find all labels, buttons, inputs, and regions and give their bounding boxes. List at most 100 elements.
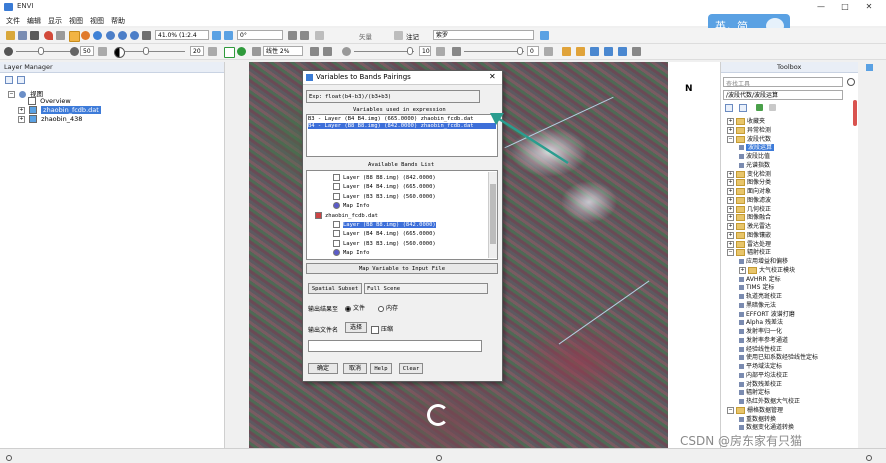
stretch-field[interactable]: 线性 2% xyxy=(263,46,303,56)
compress-option[interactable]: 压缩 xyxy=(371,324,393,334)
dialog-close-button[interactable]: ✕ xyxy=(489,72,496,81)
pin-panel-icon[interactable] xyxy=(866,64,873,71)
bands-scrollbar[interactable] xyxy=(488,172,497,258)
toolbox-folder[interactable]: + 面向对象 xyxy=(727,186,771,195)
status-handle-icon[interactable] xyxy=(866,455,872,461)
status-handle-icon[interactable] xyxy=(6,455,12,461)
layer-checkbox[interactable] xyxy=(29,115,38,123)
expression-field[interactable]: Exp: float(b4-b3)/(b3+b3) xyxy=(306,90,480,103)
add-favorite-icon[interactable] xyxy=(756,104,763,111)
minimize-button[interactable]: — xyxy=(812,1,830,13)
toolbox-tool[interactable]: 黑暗像元法 xyxy=(739,300,776,309)
toolbox-tool[interactable]: 使用已知系数经验线性定标 xyxy=(739,352,818,361)
expand-toggle-icon[interactable]: − xyxy=(727,249,734,257)
toolbox-tool[interactable]: EFFORT 波谱打磨 xyxy=(739,309,795,318)
open-icon[interactable] xyxy=(6,31,15,40)
menu-help[interactable]: 帮助 xyxy=(111,16,125,26)
expand-all-icon[interactable] xyxy=(739,104,747,112)
layer-item-overview[interactable]: Overview xyxy=(28,97,71,105)
toolbox-folder[interactable]: + 图像滤波 xyxy=(727,195,771,204)
toolbox-folder[interactable]: − 波段代数 xyxy=(727,134,771,143)
brightness-field[interactable]: 50 xyxy=(80,46,94,56)
band-file-item[interactable]: zhaobin_fcdb.dat xyxy=(315,211,378,219)
zoom-extent-icon[interactable] xyxy=(142,31,151,40)
variable-item[interactable]: B3 - Layer (B4 B4.img) (665.0000) zhaobi… xyxy=(308,116,474,122)
pin-icon[interactable] xyxy=(44,31,53,40)
sharpen-field[interactable]: 10 xyxy=(419,46,431,56)
toolbox-tool[interactable]: 发射率归一化 xyxy=(739,326,782,335)
fly-icon[interactable] xyxy=(93,31,102,40)
expand-toggle-icon[interactable]: + xyxy=(18,106,25,114)
toolbox-folder[interactable]: + 变化检测 xyxy=(727,169,771,178)
band-item[interactable]: Layer (B3 B3.img) (560.0000) xyxy=(333,192,436,200)
toolbox-tool[interactable]: TIMS 定标 xyxy=(739,282,774,291)
toolbox-tool[interactable]: 轨道亮斑校正 xyxy=(739,291,782,300)
rotate-right-icon[interactable] xyxy=(224,31,233,40)
toolbox-folder[interactable]: + 几何校正 xyxy=(727,204,771,213)
option-file[interactable]: 文件 xyxy=(345,303,365,312)
menu-display[interactable]: 显示 xyxy=(48,16,62,26)
zoom-out-icon[interactable] xyxy=(118,31,127,40)
stretch-icon[interactable] xyxy=(224,47,235,58)
layer-icon[interactable] xyxy=(540,31,549,40)
close-button[interactable]: ✕ xyxy=(860,1,878,13)
expand-toggle-icon[interactable]: + xyxy=(18,115,25,123)
annotation-icon[interactable] xyxy=(394,31,403,40)
layer-item-438[interactable]: + zhaobin_438 xyxy=(18,115,82,123)
toolbox-scrollbar[interactable] xyxy=(853,100,857,126)
spatial-subset-button[interactable]: Spatial Subset xyxy=(308,283,362,294)
swipe-icon[interactable] xyxy=(618,47,627,56)
variable-item-selected[interactable]: B4 - Layer (B8 B8.img) (842.0000) zhaobi… xyxy=(308,123,496,129)
snap-icon[interactable] xyxy=(300,31,309,40)
toolbox-folder[interactable]: + 图像融合 xyxy=(727,212,771,222)
toolbox-tool[interactable]: 对数残差校正 xyxy=(739,379,782,388)
toolbox-tool[interactable]: 光谱指数 xyxy=(739,160,770,169)
refresh-icon[interactable] xyxy=(310,47,319,56)
toolbox-tool[interactable]: 发射率参考通道 xyxy=(739,335,788,344)
radio-memory-icon[interactable] xyxy=(378,305,384,312)
bands-list[interactable]: Layer (B8 B8.img) (842.0000) Layer (B4 B4… xyxy=(306,170,498,260)
radio-file-icon[interactable] xyxy=(345,305,351,312)
toolbox-folder[interactable]: − 辐射校正 xyxy=(727,247,771,257)
layer-checkbox[interactable] xyxy=(29,106,38,114)
toolbox-tool[interactable]: AVHRR 定标 xyxy=(739,274,781,283)
flicker-icon[interactable] xyxy=(632,47,641,56)
histogram-icon[interactable] xyxy=(252,47,261,56)
zoom-in-icon[interactable] xyxy=(106,31,115,40)
toolbox-tool[interactable]: 数据变化通道转换 xyxy=(739,422,794,431)
sharpen-knob[interactable] xyxy=(407,47,413,55)
select-icon[interactable] xyxy=(69,31,80,42)
toolbox-tool[interactable]: 辐射定标 xyxy=(739,387,770,396)
toolbox-tool[interactable]: 重数据转换 xyxy=(739,414,776,423)
toolbox-folder[interactable]: − 栅格数据管理 xyxy=(727,405,783,414)
toolbox-tool[interactable]: 波段比值 xyxy=(739,151,770,160)
pan-icon[interactable] xyxy=(81,31,90,40)
band-item[interactable]: Layer (B4 B4.img) (665.0000) xyxy=(333,183,436,191)
refresh-icon[interactable] xyxy=(847,78,855,86)
map-variable-button[interactable]: Map Variable to Input File xyxy=(306,263,498,274)
toolbox-tool[interactable]: 内部平均法校正 xyxy=(739,370,788,379)
band-item[interactable]: Layer (B4 B4.img) (665.0000) xyxy=(333,230,436,238)
stretch-alt-icon[interactable] xyxy=(237,47,246,56)
cancel-button[interactable]: 取消 xyxy=(343,363,367,374)
remove-favorite-icon[interactable] xyxy=(769,104,776,111)
expand-toggle-icon[interactable]: − xyxy=(727,406,734,414)
help-button[interactable]: Help xyxy=(370,363,392,374)
band-item[interactable]: Layer (B8 B8.img) (842.0000) xyxy=(333,174,436,181)
menu-views[interactable]: 视图 xyxy=(69,16,83,26)
choose-button[interactable]: 选择 xyxy=(345,322,367,333)
bands-scroll-thumb[interactable] xyxy=(490,184,496,244)
sharpen-reset-icon[interactable] xyxy=(436,47,445,56)
cursor-icon[interactable] xyxy=(56,31,65,40)
toolbox-folder[interactable]: + 图像分类 xyxy=(727,177,771,187)
output-filename-input[interactable] xyxy=(308,340,482,352)
menu-edit[interactable]: 编辑 xyxy=(27,16,41,26)
menu-file[interactable]: 文件 xyxy=(6,16,20,26)
toolbox-tool[interactable]: 经验线性校正 xyxy=(739,344,782,353)
transparency-slider[interactable] xyxy=(464,51,524,52)
contrast-slider[interactable] xyxy=(125,51,185,52)
zoom-fixed-icon[interactable] xyxy=(130,31,139,40)
toolbox-tool[interactable]: 平场域法定标 xyxy=(739,361,782,370)
toolbox-folder[interactable]: + 激光雷达 xyxy=(727,221,771,230)
variables-list[interactable]: B3 - Layer (B4 B4.img) (665.0000) zhaobi… xyxy=(306,114,498,157)
